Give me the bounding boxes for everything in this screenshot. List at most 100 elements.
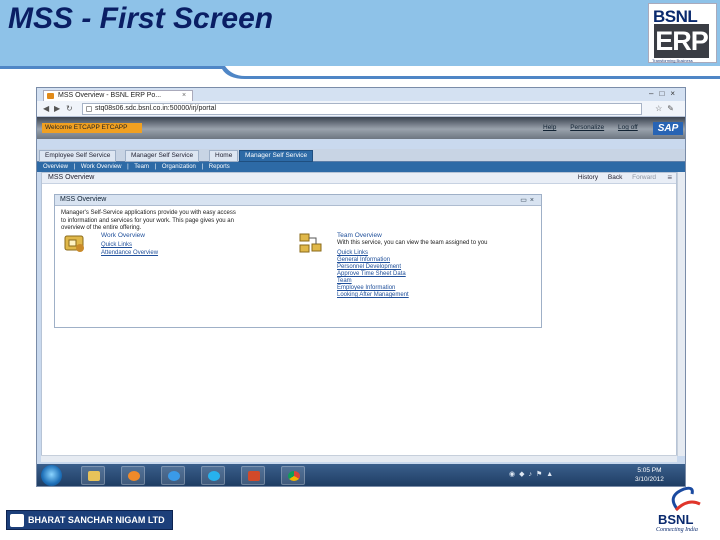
bsnl-emblem-icon <box>10 514 24 527</box>
approve-time-sheet-link[interactable]: Approve Time Sheet Data <box>337 271 406 277</box>
horizontal-scrollbar[interactable] <box>41 455 677 462</box>
logo-tagline: Transforming Business <box>652 58 693 63</box>
looking-after-management-link[interactable]: Looking After Management <box>337 292 409 298</box>
team-link[interactable]: Team <box>337 278 352 284</box>
browser-tab[interactable]: MSS Overview - BSNL ERP Po... × <box>43 90 193 101</box>
sap-logo: SAP <box>653 122 683 135</box>
page-icon <box>86 106 92 112</box>
tab-employee-self-service[interactable]: Employee Self Service <box>39 150 117 162</box>
bottom-logo-tagline: Connecting India <box>656 527 698 533</box>
address-bar-row: ◀ ▶ ↻ stq08s06.sdc.bsnl.co.in:50000/irj/… <box>37 101 685 117</box>
tray-volume-icon[interactable]: ♪ <box>529 471 537 478</box>
portal-header: Welcome ETCAPP ETCAPP Help Personalize L… <box>37 117 685 139</box>
history-link[interactable]: History <box>578 174 598 181</box>
subtab-separator: | <box>154 164 157 170</box>
minimize-icon[interactable]: – <box>649 89 659 98</box>
subtab-reports[interactable]: Reports <box>209 164 230 170</box>
panel-controls: ▭× <box>520 196 537 204</box>
taskbar-media-player-icon[interactable] <box>121 466 145 485</box>
subtab-overview[interactable]: Overview <box>43 164 68 170</box>
page-menu-icon[interactable]: ≡ <box>667 173 672 182</box>
work-overview-icon <box>64 235 84 252</box>
logoff-link[interactable]: Log off <box>618 124 638 131</box>
close-tab-icon[interactable]: × <box>182 91 186 101</box>
team-quick-links[interactable]: Quick Links <box>337 250 368 256</box>
subtab-team[interactable]: Team <box>134 164 149 170</box>
tab-manager-self-service[interactable]: Manager Self Service <box>125 150 200 162</box>
portal-top-tabs: Employee Self Service Manager Self Servi… <box>37 149 685 162</box>
page-title: MSS Overview <box>48 174 95 181</box>
panel-minimize-icon[interactable]: ▭ <box>520 197 530 204</box>
employee-information-link[interactable]: Employee Information <box>337 285 395 291</box>
back-link[interactable]: Back <box>608 174 622 181</box>
clock-date: 3/10/2012 <box>635 476 664 483</box>
forward-arrow-icon[interactable]: ▶ <box>54 104 60 113</box>
system-tray: ◉◆♪⚑▲ <box>509 470 631 478</box>
browser-tabstrip: MSS Overview - BSNL ERP Po... × –□× <box>37 88 685 101</box>
panel-close-icon[interactable]: × <box>530 197 537 204</box>
browser-tools: ☆✎ <box>655 104 679 113</box>
clock-time: 5:05 PM <box>637 467 662 474</box>
tray-signal-icon[interactable]: ▲ <box>546 471 557 478</box>
header-wave-rule <box>0 66 720 79</box>
work-quick-links[interactable]: Quick Links <box>101 242 132 248</box>
taskbar-internet-explorer-icon[interactable] <box>161 466 185 485</box>
general-information-link[interactable]: General Information <box>337 257 390 263</box>
taskbar-presentation-icon[interactable] <box>241 466 265 485</box>
tray-network-icon[interactable]: ◉ <box>509 471 519 478</box>
start-button[interactable] <box>41 465 62 486</box>
windows-taskbar: ◉◆♪⚑▲ 5:05 PM 3/10/2012 <box>37 464 685 486</box>
forward-link[interactable]: Forward <box>632 174 656 181</box>
title-banner: MSS - First Screen BSNL ERP Transforming… <box>0 0 720 66</box>
personalize-link[interactable]: Personalize <box>570 124 604 131</box>
bsnl-erp-logo: BSNL ERP Transforming Business <box>648 3 717 63</box>
taskbar-skype-icon[interactable] <box>201 466 225 485</box>
bsnl-company-banner: BHARAT SANCHAR NIGAM LTD <box>6 510 173 530</box>
intro-text: Manager's Self-Service applications prov… <box>61 210 236 231</box>
attendance-overview-link[interactable]: Attendance Overview <box>101 250 158 256</box>
portal-page: MSS Overview History Back Forward ≡ MSS … <box>41 172 677 456</box>
help-link[interactable]: Help <box>543 124 556 131</box>
wrench-icon[interactable]: ✎ <box>667 104 679 113</box>
personnel-development-link[interactable]: Personnel Development <box>337 264 401 270</box>
work-overview-title[interactable]: Work Overview <box>101 232 145 239</box>
subtab-separator: | <box>73 164 76 170</box>
back-arrow-icon[interactable]: ◀ <box>43 104 49 113</box>
tab-home[interactable]: Home <box>209 150 239 162</box>
logo-product: ERP <box>654 24 709 58</box>
page-titlebar: MSS Overview History Back Forward ≡ <box>42 173 676 184</box>
team-overview-icon <box>299 233 322 253</box>
url-input[interactable]: stq08s06.sdc.bsnl.co.in:50000/irj/portal <box>82 103 642 115</box>
browser-screenshot: MSS Overview - BSNL ERP Po... × –□× ◀ ▶ … <box>36 87 686 487</box>
subtab-separator: | <box>127 164 129 170</box>
panel-title: MSS Overview <box>60 196 107 203</box>
team-overview-title[interactable]: Team Overview <box>337 232 382 239</box>
tray-security-icon[interactable]: ◆ <box>519 471 528 478</box>
portal-header-links: Help Personalize Log off <box>543 124 650 131</box>
taskbar-chrome-icon[interactable] <box>281 466 305 485</box>
close-window-icon[interactable]: × <box>670 89 681 98</box>
tab-manager-self-service-active[interactable]: Manager Self Service <box>239 150 314 162</box>
mss-overview-panel: MSS Overview ▭× Manager's Self-Service a… <box>54 194 542 328</box>
tray-flag-icon[interactable]: ⚑ <box>536 471 546 478</box>
subtab-work-overview[interactable]: Work Overview <box>81 164 122 170</box>
taskbar-explorer-icon[interactable] <box>81 466 105 485</box>
welcome-text: Welcome ETCAPP ETCAPP <box>42 123 142 133</box>
reload-icon[interactable]: ↻ <box>66 104 73 113</box>
bsnl-logo-bottom: BSNL Connecting India <box>648 486 718 538</box>
sap-favicon-icon <box>47 93 54 99</box>
company-name: BHARAT SANCHAR NIGAM LTD <box>28 515 165 525</box>
vertical-scrollbar[interactable] <box>677 172 685 456</box>
slide-title: MSS - First Screen <box>8 2 274 35</box>
system-clock[interactable]: 5:05 PM 3/10/2012 <box>635 466 664 484</box>
url-text: stq08s06.sdc.bsnl.co.in:50000/irj/portal <box>95 105 217 112</box>
maximize-icon[interactable]: □ <box>659 89 670 98</box>
subtab-organization[interactable]: Organization <box>162 164 196 170</box>
subtab-separator: | <box>201 164 204 170</box>
star-icon[interactable]: ☆ <box>655 104 667 113</box>
team-overview-desc: With this service, you can view the team… <box>337 240 488 246</box>
window-controls[interactable]: –□× <box>649 89 681 98</box>
browser-tab-title: MSS Overview - BSNL ERP Po... <box>58 92 162 99</box>
page-navigation: History Back Forward <box>570 174 656 181</box>
panel-titlebar: MSS Overview ▭× <box>55 195 541 206</box>
